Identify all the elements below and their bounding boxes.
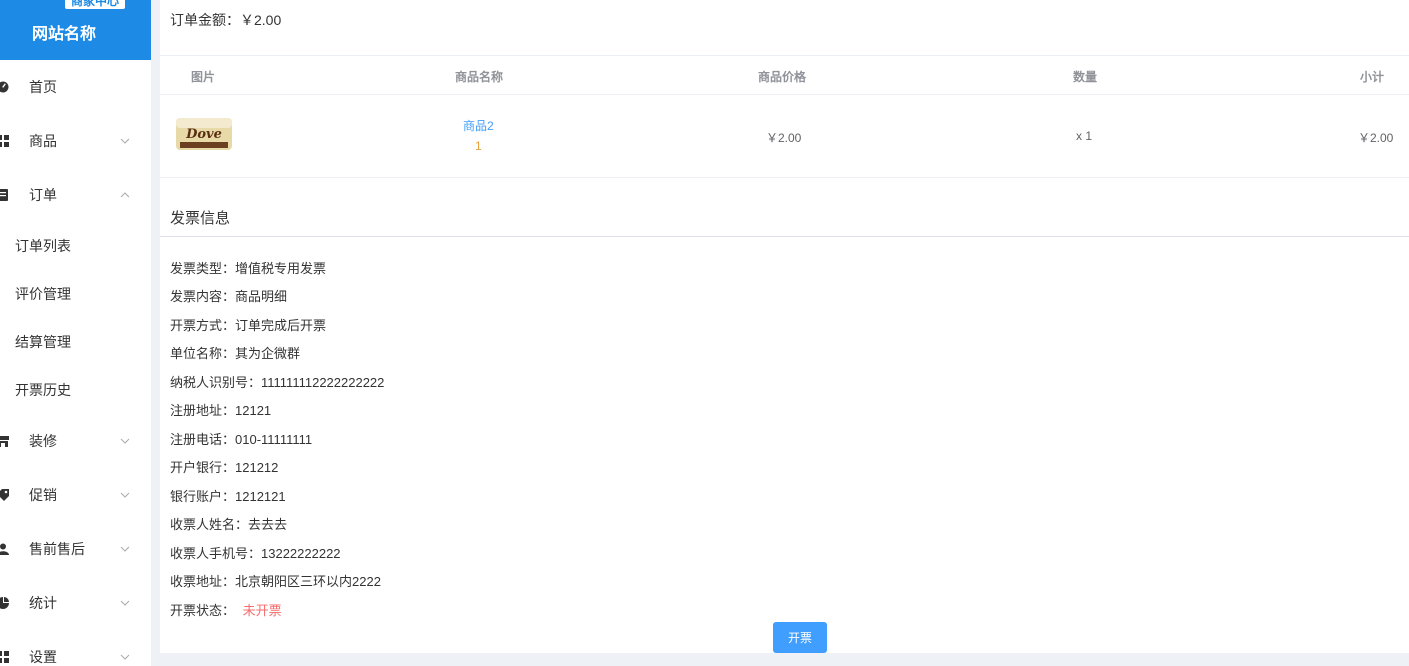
chevron-down-icon (120, 438, 130, 444)
sidebar-item-invoice-history[interactable]: 开票历史 (0, 366, 151, 414)
sub-item-label: 结算管理 (15, 334, 71, 350)
chevron-down-icon (120, 546, 130, 552)
invoice-status-label: 开票状态： (170, 603, 236, 618)
product-subtotal: ￥2.00 (1358, 131, 1394, 145)
chevron-down-icon (120, 600, 130, 606)
recipient-phone: 收票人手机号：13222222222 (170, 546, 341, 561)
product-image: Dove (176, 118, 232, 150)
invoice-section-title: 发票信息 (170, 210, 231, 227)
grid-icon (0, 135, 9, 147)
order-icon (0, 189, 8, 201)
sidebar: 商家中心 网站名称 首页 商品 订单 订单列表 评价管理 结算管理 开票历史 装… (0, 0, 151, 666)
column-header-image: 图片 (191, 70, 216, 84)
nav-item-products[interactable]: 商品 (0, 114, 151, 168)
sidebar-item-settlement-management[interactable]: 结算管理 (0, 318, 151, 366)
invoice-type: 发票类型：增值税专用发票 (170, 261, 327, 276)
grid-icon (0, 651, 9, 663)
issue-invoice-button[interactable]: 开票 (773, 622, 827, 653)
product-quantity: x 1 (1076, 129, 1093, 143)
nav-item-statistics[interactable]: 统计 (0, 576, 151, 630)
sub-item-label: 订单列表 (15, 238, 71, 254)
pie-chart-icon (0, 597, 9, 609)
divider (160, 177, 1409, 178)
registered-phone: 注册电话：010-11111111 (170, 432, 313, 447)
divider (160, 94, 1409, 95)
bank-name: 开户银行：121212 (170, 460, 279, 475)
user-icon (0, 543, 9, 555)
product-image-brand-text: Dove (185, 127, 222, 142)
dashboard-icon (0, 81, 9, 93)
column-header-price: 商品价格 (758, 70, 807, 84)
sub-item-label: 开票历史 (15, 382, 71, 398)
product-price: ￥2.00 (766, 131, 802, 145)
registered-address: 注册地址：12121 (170, 403, 272, 418)
tag-icon (0, 489, 9, 501)
nav-item-orders[interactable]: 订单 (0, 168, 151, 222)
sidebar-item-review-management[interactable]: 评价管理 (0, 270, 151, 318)
product-name-link[interactable]: 商品2 (463, 117, 494, 134)
nav-label: 商品 (29, 133, 57, 149)
invoice-method: 开票方式：订单完成后开票 (170, 318, 327, 333)
nav-item-decoration[interactable]: 装修 (0, 414, 151, 468)
product-spec: 1 (475, 139, 482, 153)
nav-label: 设置 (29, 649, 57, 665)
chevron-down-icon (120, 654, 130, 660)
bank-account: 银行账户：1212121 (170, 489, 286, 504)
nav-item-presale-aftersale[interactable]: 售前售后 (0, 522, 151, 576)
nav-item-promotion[interactable]: 促销 (0, 468, 151, 522)
recipient-name: 收票人姓名：去去去 (170, 517, 288, 532)
nav-item-settings[interactable]: 设置 (0, 630, 151, 666)
chevron-down-icon (120, 138, 130, 144)
site-name: 网站名称 (31, 26, 96, 43)
company-name: 单位名称：其为企微群 (170, 346, 301, 361)
brand-header: 商家中心 网站名称 (0, 0, 151, 60)
taxpayer-id: 纳税人识别号：111111112222222222 (170, 375, 385, 390)
column-header-name: 商品名称 (455, 70, 504, 84)
invoice-status: 开票状态： 未开票 (170, 600, 282, 619)
order-detail-panel: 订单金额：￥2.00 图片 商品名称 商品价格 数量 小计 Dove 商品2 1… (160, 0, 1409, 653)
recipient-address: 收票地址：北京朝阳区三环以内2222 (170, 574, 381, 589)
invoice-content: 发票内容：商品明细 (170, 289, 288, 304)
chevron-up-icon (120, 192, 130, 198)
column-header-quantity: 数量 (1073, 70, 1098, 84)
sidebar-item-order-list[interactable]: 订单列表 (0, 222, 151, 270)
store-icon (0, 436, 9, 447)
divider (160, 236, 1409, 237)
nav-label: 促销 (29, 487, 57, 503)
merchant-center-badge: 商家中心 (65, 0, 126, 9)
nav-label: 统计 (29, 595, 57, 611)
nav-item-home[interactable]: 首页 (0, 60, 151, 114)
nav-label: 订单 (29, 187, 57, 203)
invoice-status-value: 未开票 (242, 603, 282, 618)
order-amount: 订单金额：￥2.00 (170, 12, 282, 28)
chevron-down-icon (120, 492, 130, 498)
nav-label: 装修 (29, 433, 57, 449)
divider (160, 55, 1409, 56)
nav-label: 首页 (29, 79, 57, 95)
nav-label: 售前售后 (29, 541, 85, 557)
sub-item-label: 评价管理 (15, 286, 71, 302)
column-header-subtotal: 小计 (1360, 70, 1385, 84)
